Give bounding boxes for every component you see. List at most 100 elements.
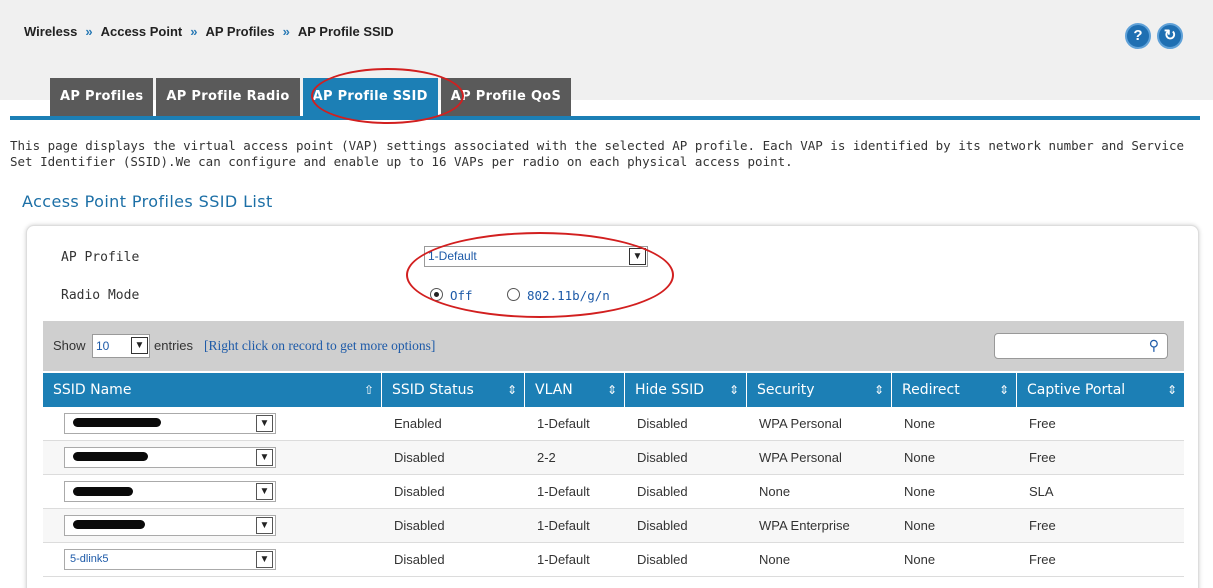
ssid-select[interactable]: ▼ [64, 515, 276, 536]
breadcrumb-ap-profile-ssid: AP Profile SSID [297, 24, 394, 39]
hide-ssid: Disabled [637, 484, 688, 499]
entries-select[interactable]: 10 ▼ [92, 334, 150, 358]
ap-profile-value: 1-Default [428, 249, 477, 263]
vlan: 1-Default [537, 416, 590, 431]
security: None [759, 552, 791, 567]
chevron-down-icon: ▼ [256, 517, 273, 534]
chevron-down-icon: ▼ [131, 337, 148, 354]
breadcrumb-wireless[interactable]: Wireless [24, 24, 77, 39]
tab-ap-profile-qos[interactable]: AP Profile QoS [440, 78, 572, 116]
captive-portal: Free [1029, 416, 1056, 431]
chevron-down-icon: ▼ [256, 483, 273, 500]
sort-icon: ⇕ [998, 383, 1009, 397]
tab-ap-profile-ssid[interactable]: AP Profile SSID [302, 78, 438, 116]
chevron-down-icon: ▼ [256, 449, 273, 466]
page-description: This page displays the virtual access po… [10, 138, 1184, 169]
breadcrumb: Wireless » Access Point » AP Profiles » AP Pro… [24, 24, 394, 39]
ssid-cell: ▼ [43, 407, 382, 440]
column-header-redirect[interactable]: Redirect ⇕ [892, 373, 1017, 407]
entries-value: 10 [96, 339, 110, 353]
ssid-select[interactable]: ▼ [64, 481, 276, 502]
sort-icon: ⇕ [606, 383, 617, 397]
hide-ssid: Disabled [637, 450, 688, 465]
table-row[interactable]: ▼ Disabled 1-Default Disabled WPA Enterp… [43, 509, 1184, 543]
sort-icon: ⇕ [728, 383, 739, 397]
radio-off-label: Off [450, 288, 473, 303]
sort-up-icon: ⇧ [363, 383, 374, 397]
hide-ssid: Disabled [637, 518, 688, 533]
ssid-status: Enabled [394, 416, 442, 431]
ssid-cell: ▼ [43, 509, 382, 542]
help-icon[interactable]: ? [1125, 23, 1151, 49]
vlan: 1-Default [537, 484, 590, 499]
ssid-select[interactable]: ▼ [64, 447, 276, 468]
right-click-hint: [Right click on record to get more optio… [204, 338, 436, 353]
column-header-label: Captive Portal [1027, 382, 1126, 398]
captive-portal: Free [1029, 552, 1056, 567]
table-row[interactable]: 5-dlink5 ▼ Disabled 1-Default Disabled N… [43, 543, 1184, 577]
search-icon[interactable]: ⚲ [1149, 338, 1159, 354]
redaction-bar [73, 418, 161, 427]
column-header-security[interactable]: Security ⇕ [747, 373, 892, 407]
captive-portal: Free [1029, 450, 1056, 465]
chevron-down-icon: ▼ [256, 415, 273, 432]
vlan: 1-Default [537, 552, 590, 567]
ssid-cell: 5-dlink5 ▼ [43, 543, 382, 576]
ssid-list-panel: AP Profile 1-Default ▼ Radio Mode Off 80… [26, 225, 1199, 588]
column-header-ssid-name[interactable]: SSID Name ⇧ [43, 373, 382, 407]
hide-ssid: Disabled [637, 552, 688, 567]
column-header-captive-portal[interactable]: Captive Portal ⇕ [1017, 373, 1184, 407]
column-header-label: SSID Status [392, 382, 474, 398]
captive-portal: Free [1029, 518, 1056, 533]
sort-icon: ⇕ [873, 383, 884, 397]
ap-profile-label: AP Profile [61, 250, 140, 265]
tab-ap-profile-radio[interactable]: AP Profile Radio [156, 78, 300, 116]
breadcrumb-separator: » [85, 24, 93, 39]
refresh-icon[interactable]: ↻ [1157, 23, 1183, 49]
breadcrumb-separator: » [190, 24, 198, 39]
ssid-status: Disabled [394, 450, 445, 465]
column-header-label: VLAN [535, 382, 573, 398]
entries-label: entries [154, 338, 194, 353]
table-row[interactable]: ▼ Enabled 1-Default Disabled WPA Persona… [43, 407, 1184, 441]
show-label: Show [53, 338, 86, 353]
redirect: None [904, 416, 936, 431]
column-header-vlan[interactable]: VLAN ⇕ [525, 373, 625, 407]
security: WPA Personal [759, 450, 842, 465]
table-header: SSID Name ⇧ SSID Status ⇕ VLAN ⇕ Hide SSID ⇕… [43, 373, 1184, 407]
column-header-hide-ssid[interactable]: Hide SSID ⇕ [625, 373, 747, 407]
table-row[interactable]: ▼ Disabled 2-2 Disabled WPA Personal Non… [43, 441, 1184, 475]
breadcrumb-ap-profiles[interactable]: AP Profiles [205, 24, 274, 39]
search-input[interactable]: ⚲ [994, 333, 1168, 359]
security: WPA Personal [759, 416, 842, 431]
ssid-select[interactable]: 5-dlink5 ▼ [64, 549, 276, 570]
redirect: None [904, 484, 936, 499]
security: None [759, 484, 791, 499]
radio-80211bgn[interactable] [507, 288, 520, 301]
ssid-table: SSID Name ⇧ SSID Status ⇕ VLAN ⇕ Hide SSID ⇕… [43, 373, 1184, 577]
chevron-down-icon: ▼ [629, 248, 646, 265]
tab-underline [10, 116, 1200, 120]
ssid-cell: ▼ [43, 475, 382, 508]
tab-bar: AP Profiles AP Profile Radio AP Profile … [50, 78, 572, 116]
tab-ap-profiles[interactable]: AP Profiles [50, 78, 154, 116]
redirect: None [904, 518, 936, 533]
table-toolbar: Show 10 ▼ entries [Right click on record… [43, 321, 1184, 371]
vlan: 1-Default [537, 518, 590, 533]
table-row[interactable]: ▼ Disabled 1-Default Disabled None None … [43, 475, 1184, 509]
column-header-label: Redirect [902, 382, 960, 398]
chevron-down-icon: ▼ [256, 551, 273, 568]
ap-profile-select[interactable]: 1-Default ▼ [424, 246, 648, 267]
radio-off[interactable] [430, 288, 443, 301]
redaction-bar [73, 487, 133, 496]
sort-icon: ⇕ [1166, 383, 1177, 397]
vlan: 2-2 [537, 450, 556, 465]
ssid-value: 5-dlink5 [70, 553, 109, 565]
breadcrumb-access-point[interactable]: Access Point [101, 24, 183, 39]
redirect: None [904, 450, 936, 465]
ssid-select[interactable]: ▼ [64, 413, 276, 434]
radio-mode-label: Radio Mode [61, 288, 140, 303]
column-header-ssid-status[interactable]: SSID Status ⇕ [382, 373, 525, 407]
column-header-label: Hide SSID [635, 382, 705, 398]
sort-icon: ⇕ [506, 383, 517, 397]
